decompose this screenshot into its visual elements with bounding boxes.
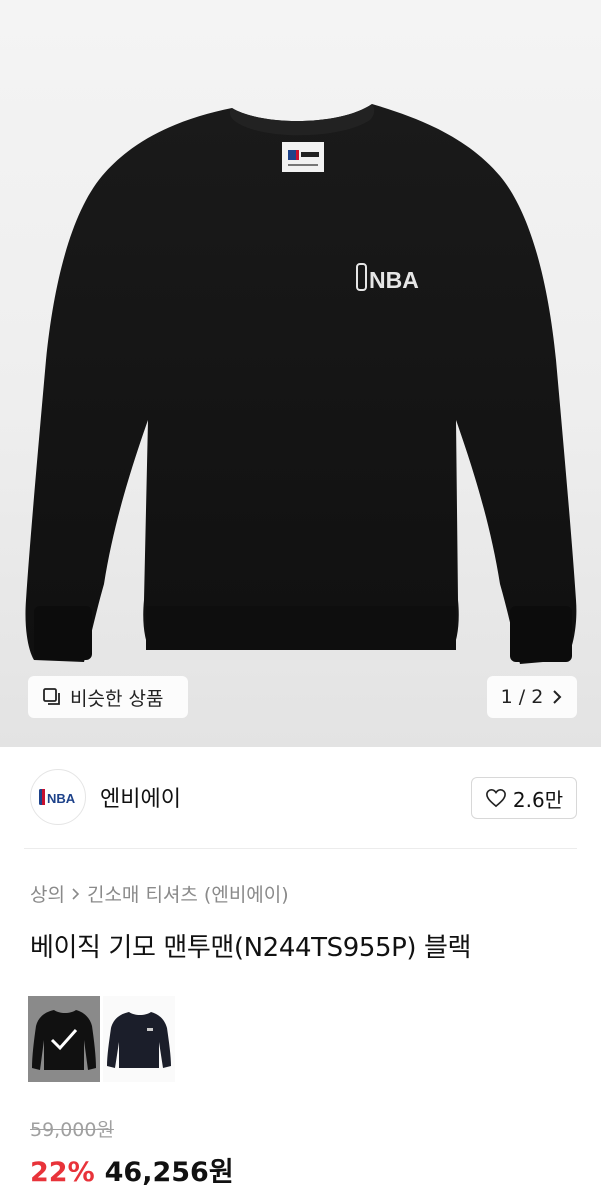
swatch-thumbnail-black <box>28 996 100 1082</box>
brand-logo-text: NBA <box>47 791 76 806</box>
breadcrumb-subcategory[interactable]: 긴소매 티셔츠 (엔비에이) <box>87 880 289 907</box>
original-price: 59,000원 <box>30 1119 114 1141</box>
brand-name[interactable]: 엔비에이 <box>100 781 181 813</box>
like-button[interactable]: 2.6만 <box>471 777 577 819</box>
heart-icon <box>485 788 506 808</box>
color-swatch-navy[interactable] <box>103 996 175 1082</box>
breadcrumb: 상의 긴소매 티셔츠 (엔비에이) <box>30 880 289 907</box>
product-image-area[interactable]: NBA 비슷한 상품 1 / 2 <box>0 0 601 747</box>
final-price: 46,256원 <box>104 1157 234 1188</box>
similar-products-icon <box>43 688 60 705</box>
chest-logo-text: NBA <box>369 267 419 293</box>
sweatshirt-image: NBA <box>25 104 577 664</box>
price-row: 22% 46,256원 <box>30 1150 234 1189</box>
similar-products-label: 비슷한 상품 <box>70 687 164 710</box>
chevron-right-icon <box>553 690 562 704</box>
brand-logo[interactable]: NBA <box>30 769 86 825</box>
swatch-thumbnail-navy <box>103 996 175 1082</box>
divider <box>24 848 577 849</box>
breadcrumb-category[interactable]: 상의 <box>30 880 65 907</box>
nba-logo-icon: NBA <box>39 789 76 806</box>
discount-rate: 22% <box>30 1157 95 1188</box>
pager-text: 1 / 2 <box>500 686 544 708</box>
product-title: 베이직 기모 맨투맨(N244TS955P) 블랙 <box>30 933 472 963</box>
image-pager[interactable]: 1 / 2 <box>487 676 577 718</box>
similar-products-button[interactable]: 비슷한 상품 <box>28 676 188 718</box>
brand-row: NBA 엔비에이 2.6만 <box>0 747 601 847</box>
like-count: 2.6만 <box>512 787 564 812</box>
color-swatches <box>28 996 175 1082</box>
chevron-right-icon <box>72 887 80 900</box>
color-swatch-black[interactable] <box>28 996 100 1082</box>
